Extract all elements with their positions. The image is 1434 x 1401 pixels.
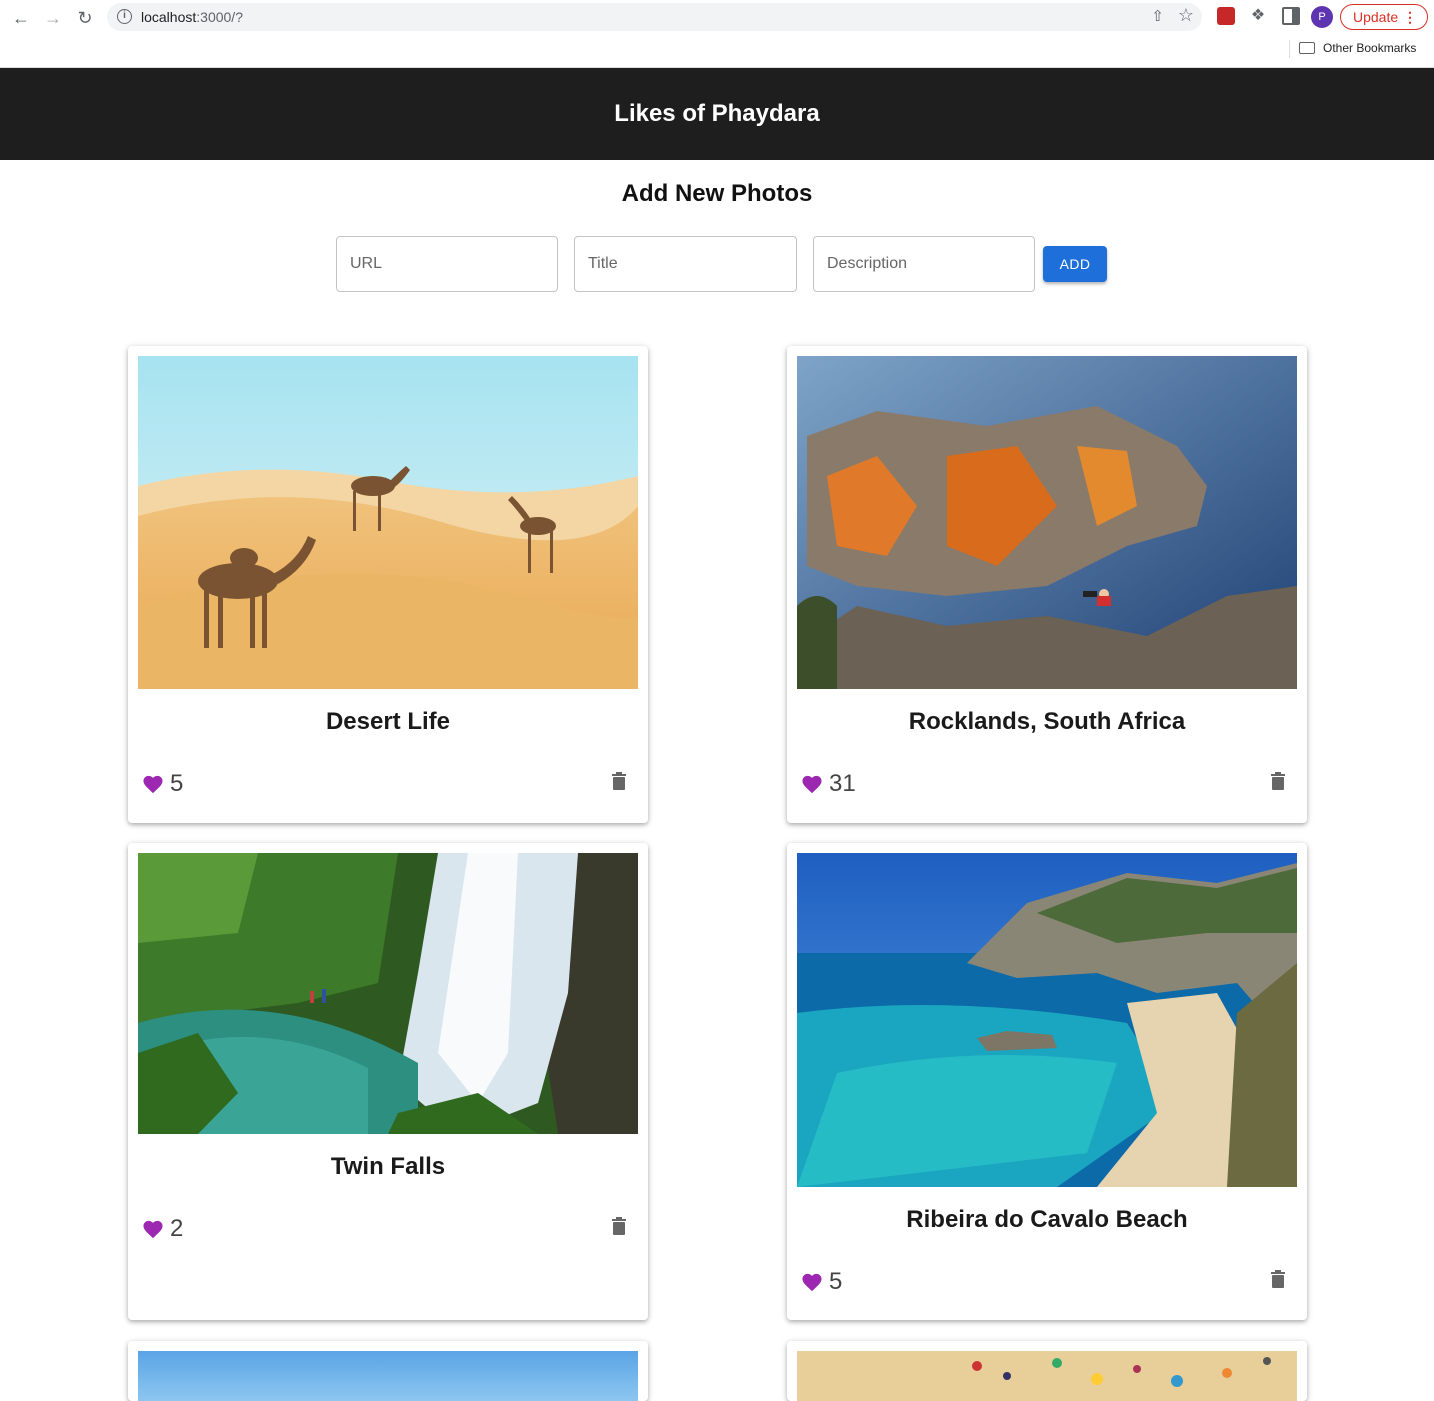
back-icon[interactable]: ← — [9, 6, 33, 30]
photo-image — [138, 356, 638, 689]
folder-icon — [1299, 42, 1315, 54]
like-count: 2 — [170, 1215, 184, 1242]
bookmark-divider — [1289, 40, 1290, 58]
site-info-icon[interactable]: i — [117, 9, 132, 24]
heart-icon[interactable] — [801, 1272, 823, 1292]
photo-title: Twin Falls — [330, 1153, 446, 1180]
photo-card: Ribeira do Cavalo Beach 5 — [787, 843, 1307, 1320]
like-count: 5 — [829, 1268, 843, 1295]
address-bar[interactable]: i localhost:3000/? ⇧ ☆ — [107, 3, 1202, 31]
heart-icon[interactable] — [142, 1219, 164, 1239]
photo-image — [797, 853, 1297, 1187]
app-title: Likes of Phaydara — [614, 100, 820, 127]
delete-icon[interactable] — [1271, 1270, 1285, 1288]
update-button[interactable]: Update ⋮ — [1340, 4, 1428, 30]
extensions-puzzle-icon[interactable]: ❖ — [1249, 7, 1267, 25]
side-panel-icon[interactable] — [1282, 7, 1300, 25]
address-url: localhost:3000/? — [141, 9, 243, 25]
photo-card: Rocklands, South Africa 31 — [787, 346, 1307, 823]
photo-image — [138, 853, 638, 1134]
share-icon[interactable]: ⇧ — [1151, 7, 1164, 25]
photo-card: Twin Falls 2 — [128, 843, 648, 1320]
photo-image — [797, 356, 1297, 689]
other-bookmarks[interactable]: Other Bookmarks — [1323, 41, 1416, 55]
add-photos-heading: Add New Photos — [621, 180, 813, 207]
like-button[interactable]: 2 — [142, 1215, 183, 1243]
like-button[interactable]: 5 — [142, 770, 183, 798]
photo-title: Rocklands, South Africa — [908, 708, 1186, 735]
profile-avatar[interactable]: P — [1311, 6, 1333, 28]
title-input[interactable] — [574, 236, 797, 292]
heart-icon[interactable] — [801, 774, 823, 794]
bookmark-star-icon[interactable]: ☆ — [1178, 5, 1194, 26]
app-header: Likes of Phaydara — [0, 68, 1434, 160]
forward-icon[interactable]: → — [41, 6, 65, 30]
delete-icon[interactable] — [612, 1217, 626, 1235]
heart-icon[interactable] — [142, 774, 164, 794]
photo-card — [787, 1341, 1307, 1401]
reload-icon[interactable]: ↻ — [73, 6, 97, 30]
description-input[interactable] — [813, 236, 1035, 292]
photo-card — [128, 1341, 648, 1401]
photo-card: Desert Life 5 — [128, 346, 648, 823]
photo-image — [138, 1351, 638, 1401]
browser-toolbar: ← → ↻ i localhost:3000/? ⇧ ☆ ❖ P Update ⋮… — [0, 0, 1434, 68]
add-button[interactable]: ADD — [1043, 246, 1107, 282]
photo-title: Ribeira do Cavalo Beach — [906, 1206, 1188, 1233]
menu-dots-icon[interactable]: ⋮ — [1403, 5, 1417, 29]
extension-icon[interactable] — [1217, 7, 1235, 25]
photo-image — [797, 1351, 1297, 1401]
photo-title: Desert Life — [325, 708, 451, 735]
url-input[interactable] — [336, 236, 558, 292]
like-button[interactable]: 31 — [801, 770, 856, 798]
delete-icon[interactable] — [1271, 772, 1285, 790]
like-count: 31 — [829, 770, 856, 797]
delete-icon[interactable] — [612, 772, 626, 790]
like-count: 5 — [170, 770, 184, 797]
like-button[interactable]: 5 — [801, 1268, 842, 1296]
